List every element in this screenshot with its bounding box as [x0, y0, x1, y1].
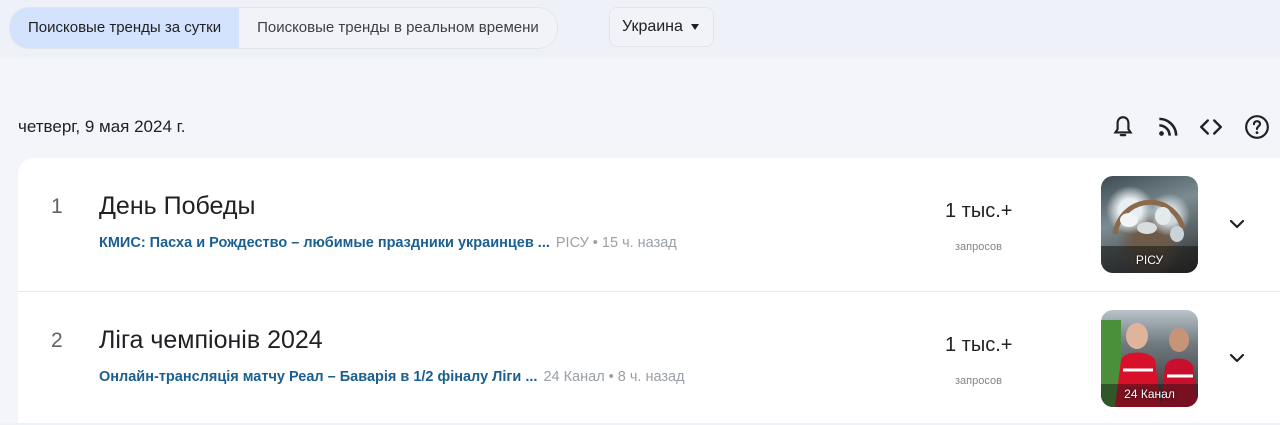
trend-rank: 1 — [51, 195, 63, 218]
search-count-label: запросов — [955, 241, 1002, 253]
tab-daily-trends[interactable]: Поисковые тренды за сутки — [10, 8, 240, 48]
trend-article: КМИС: Пасха и Рождество – любимые праздн… — [99, 235, 677, 251]
trend-row: 1 День Победы КМИС: Пасха и Рождество – … — [18, 158, 1280, 291]
trend-title[interactable]: Ліга чемпіонів 2024 — [99, 326, 323, 355]
bell-icon[interactable] — [1110, 114, 1136, 140]
trend-thumbnail[interactable]: 24 Канал — [1101, 310, 1198, 407]
chevron-down-icon[interactable] — [1225, 212, 1249, 236]
article-link[interactable]: КМИС: Пасха и Рождество – любимые праздн… — [99, 235, 550, 251]
trend-row: 2 Ліга чемпіонів 2024 Онлайн-трансляція … — [18, 291, 1280, 425]
article-link[interactable]: Онлайн-трансляція матчу Реал – Баварія в… — [99, 369, 537, 385]
tab-realtime-trends[interactable]: Поисковые тренды в реальном времени — [239, 8, 557, 48]
search-count: 1 тыс.+ — [945, 334, 1013, 356]
search-count: 1 тыс.+ — [945, 200, 1013, 222]
trend-article: Онлайн-трансляція матчу Реал – Баварія в… — [99, 369, 685, 385]
article-meta: РІСУ • 15 ч. назад — [555, 235, 677, 251]
country-select[interactable]: Украина — [609, 7, 714, 47]
dropdown-caret-icon — [690, 24, 699, 30]
page-date: четверг, 9 мая 2024 г. — [18, 117, 186, 136]
trends-list: 1 День Победы КМИС: Пасха и Рождество – … — [18, 158, 1280, 423]
thumbnail-source: РІСУ — [1135, 253, 1164, 267]
search-count-label: запросов — [955, 375, 1002, 387]
trend-tabs: Поисковые тренды за сутки Поисковые трен… — [9, 7, 558, 49]
rss-icon[interactable] — [1155, 114, 1181, 140]
chevron-down-icon[interactable] — [1225, 346, 1249, 370]
trend-title[interactable]: День Победы — [99, 192, 255, 221]
trend-rank: 2 — [51, 329, 63, 352]
help-icon[interactable] — [1244, 114, 1270, 140]
top-bar: Поисковые тренды за сутки Поисковые трен… — [0, 0, 1280, 58]
embed-code-icon[interactable] — [1198, 114, 1224, 140]
toolbar — [1110, 114, 1280, 140]
thumbnail-source: 24 Канал — [1124, 387, 1175, 401]
article-meta: 24 Канал • 8 ч. назад — [543, 369, 685, 385]
trend-thumbnail[interactable]: РІСУ — [1101, 176, 1198, 273]
country-select-value: Украина — [622, 18, 683, 35]
